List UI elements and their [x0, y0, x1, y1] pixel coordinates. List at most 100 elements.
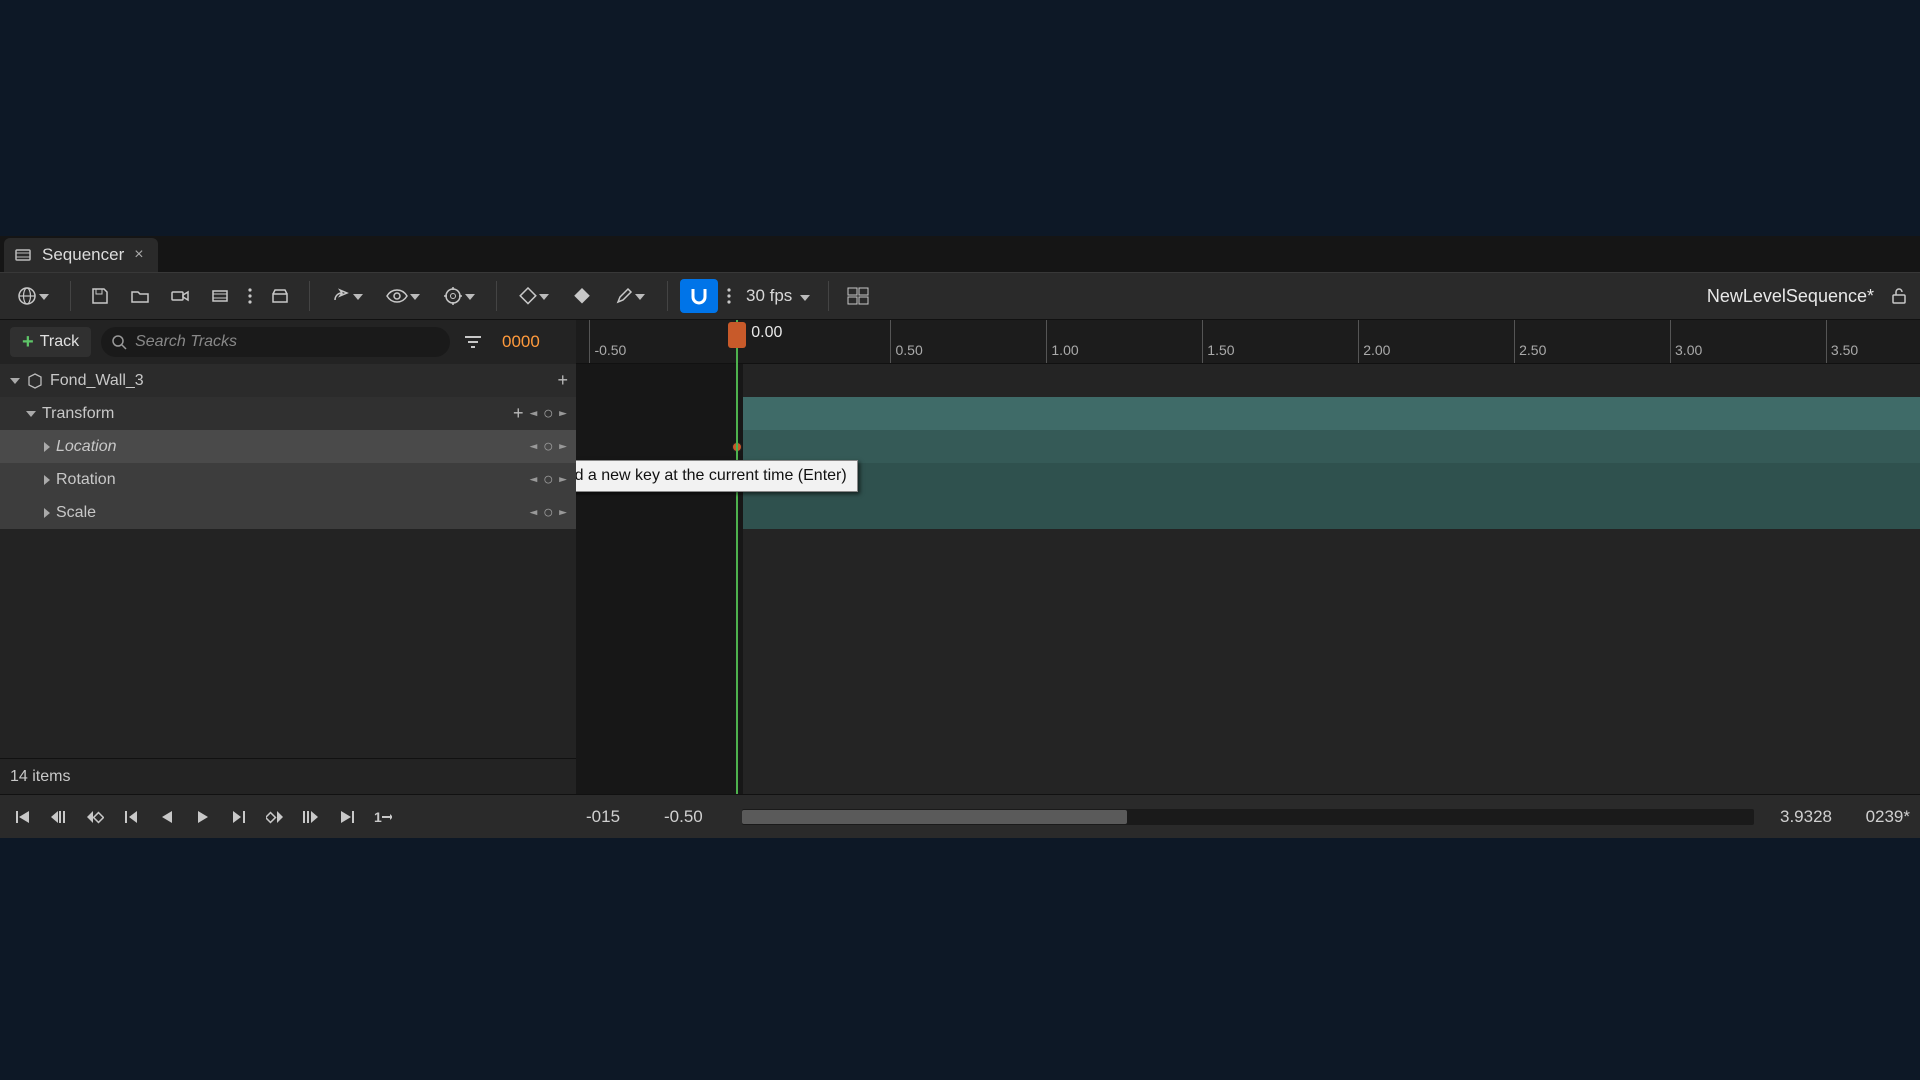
- prev-key-button[interactable]: ◄: [530, 505, 539, 520]
- transform-lane[interactable]: [576, 397, 1920, 430]
- tab-close-button[interactable]: ×: [134, 246, 143, 264]
- next-key-button[interactable]: ►: [559, 505, 568, 520]
- object-lane[interactable]: [576, 364, 1920, 397]
- transport-controls: 1: [0, 802, 576, 832]
- playhead-handle[interactable]: [728, 322, 746, 348]
- object-row[interactable]: Fond_Wall_3 +: [0, 364, 576, 397]
- view-dropdown[interactable]: [378, 279, 428, 313]
- out-frame-field[interactable]: 0239*: [1850, 807, 1910, 827]
- sequencer-tab[interactable]: Sequencer ×: [4, 238, 158, 272]
- search-tracks-field[interactable]: [101, 327, 450, 357]
- play-reverse-button[interactable]: [152, 802, 182, 832]
- camera-button[interactable]: [163, 279, 197, 313]
- step-back-button[interactable]: [116, 802, 146, 832]
- add-key-button[interactable]: ○: [544, 505, 553, 520]
- property-label: Scale: [56, 504, 96, 522]
- add-key-button[interactable]: ○: [544, 472, 553, 487]
- chevron-down-icon: [539, 287, 549, 305]
- tab-bar: Sequencer ×: [0, 236, 1920, 272]
- prev-key-button[interactable]: ◄: [530, 472, 539, 487]
- in-frame-field[interactable]: -015: [586, 807, 646, 827]
- step-forward-button[interactable]: [224, 802, 254, 832]
- scrollbar-thumb[interactable]: [742, 810, 1127, 824]
- transform-row[interactable]: Transform + ◄ ○ ►: [0, 397, 576, 430]
- expander-icon[interactable]: [10, 378, 20, 384]
- location-lane[interactable]: [576, 430, 1920, 463]
- sequencer-icon: [14, 246, 32, 264]
- snap-toggle[interactable]: [680, 279, 718, 313]
- expander-icon[interactable]: [26, 411, 36, 417]
- autokey-button[interactable]: [565, 279, 599, 313]
- snap-options-button[interactable]: [724, 279, 734, 313]
- world-dropdown[interactable]: [8, 279, 58, 313]
- current-frame-field[interactable]: 0000: [496, 332, 566, 352]
- fps-dropdown[interactable]: 30 fps: [740, 286, 816, 306]
- out-time-field[interactable]: 3.9328: [1772, 807, 1832, 827]
- render-button[interactable]: [203, 279, 237, 313]
- chevron-down-icon: [465, 287, 475, 305]
- transport-bar: 1 -015 -0.50 3.9328 0239*: [0, 794, 1920, 838]
- goto-start-button[interactable]: [8, 802, 38, 832]
- prev-key-button[interactable]: ◄: [530, 406, 539, 421]
- scale-lane[interactable]: [576, 496, 1920, 529]
- lock-button[interactable]: [1886, 283, 1912, 309]
- range-scrollbar[interactable]: [742, 809, 1754, 825]
- browse-button[interactable]: [123, 279, 157, 313]
- render-options-button[interactable]: [243, 279, 257, 313]
- add-section-button[interactable]: +: [513, 403, 524, 424]
- in-time-field[interactable]: -0.50: [664, 807, 724, 827]
- add-key-button[interactable]: ○: [544, 406, 553, 421]
- expander-icon[interactable]: [44, 475, 50, 485]
- director-button[interactable]: [263, 279, 297, 313]
- add-key-button[interactable]: ○: [544, 439, 553, 454]
- key-interp-dropdown[interactable]: [509, 279, 559, 313]
- outliner-panel: + Track 0000: [0, 320, 576, 794]
- ruler-tick: 1.50: [1202, 320, 1203, 363]
- rotation-row[interactable]: Rotation ◄ ○ ►: [0, 463, 576, 496]
- expander-icon[interactable]: [44, 508, 50, 518]
- loop-button[interactable]: 1: [368, 802, 398, 832]
- object-name: Fond_Wall_3: [50, 372, 144, 390]
- add-track-button[interactable]: + Track: [10, 327, 91, 357]
- track-header: + Track 0000: [0, 320, 576, 364]
- next-key-button[interactable]: [260, 802, 290, 832]
- next-key-button[interactable]: ►: [559, 406, 568, 421]
- playback-dropdown[interactable]: [434, 279, 484, 313]
- actor-icon: [26, 372, 44, 390]
- tab-title: Sequencer: [42, 245, 124, 265]
- goto-end-button[interactable]: [332, 802, 362, 832]
- prev-key-button[interactable]: ◄: [530, 439, 539, 454]
- scale-row[interactable]: Scale ◄ ○ ►: [0, 496, 576, 529]
- timeline[interactable]: -0.500.501.001.502.002.503.003.50 0.00: [576, 320, 1920, 794]
- ruler-tick: 2.50: [1514, 320, 1515, 363]
- filter-button[interactable]: [460, 329, 486, 355]
- ruler-tick: 1.00: [1046, 320, 1047, 363]
- ruler-tick: 0.50: [890, 320, 891, 363]
- curve-editor-button[interactable]: [841, 279, 875, 313]
- add-track-to-object-button[interactable]: +: [557, 370, 568, 391]
- step-forward-section-button[interactable]: [296, 802, 326, 832]
- chevron-down-icon: [353, 287, 363, 305]
- location-row[interactable]: Location ◄ ○ ►: [0, 430, 576, 463]
- edit-dropdown[interactable]: [605, 279, 655, 313]
- playhead-time-label: 0.00: [751, 324, 782, 342]
- actions-dropdown[interactable]: [322, 279, 372, 313]
- search-icon: [111, 334, 127, 350]
- toolbar: 30 fps NewLevelSequence*: [0, 272, 1920, 320]
- chevron-down-icon: [39, 287, 49, 305]
- expander-icon[interactable]: [44, 442, 50, 452]
- next-key-button[interactable]: ►: [559, 472, 568, 487]
- prev-key-button[interactable]: [80, 802, 110, 832]
- step-back-section-button[interactable]: [44, 802, 74, 832]
- property-label: Location: [56, 438, 117, 456]
- svg-text:1: 1: [374, 810, 382, 824]
- next-key-button[interactable]: ►: [559, 439, 568, 454]
- play-button[interactable]: [188, 802, 218, 832]
- search-input[interactable]: [135, 333, 440, 351]
- tooltip-text: Add a new key at the current time (Enter…: [576, 467, 847, 484]
- save-button[interactable]: [83, 279, 117, 313]
- playhead[interactable]: [736, 320, 738, 794]
- chevron-down-icon: [800, 286, 810, 306]
- ruler-tick: 2.00: [1358, 320, 1359, 363]
- track-tree: Fond_Wall_3 + Transform + ◄ ○ ►: [0, 364, 576, 758]
